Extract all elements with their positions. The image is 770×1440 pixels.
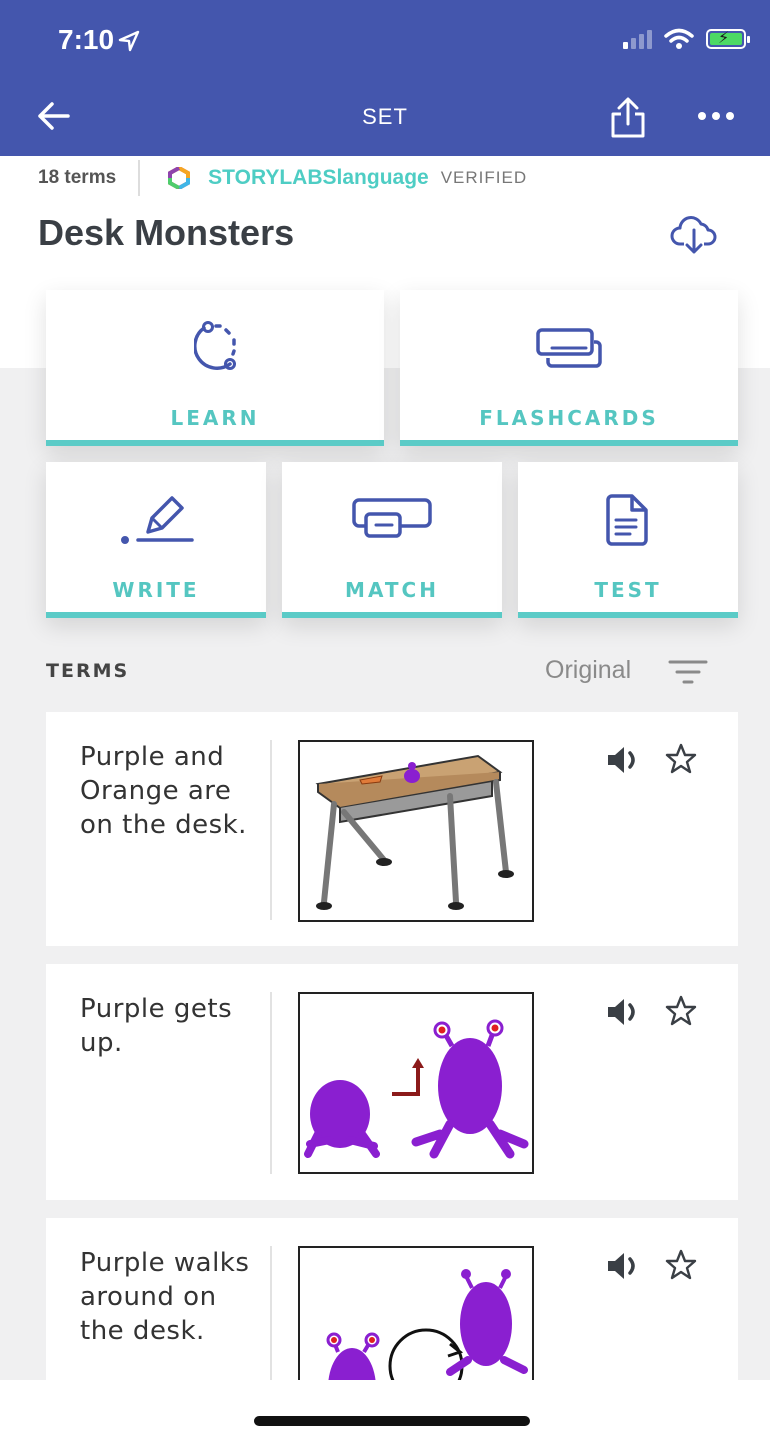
- term-image[interactable]: [298, 740, 534, 922]
- audio-speaker-icon[interactable]: [606, 1250, 642, 1282]
- card-divider: [270, 992, 272, 1174]
- home-indicator[interactable]: [254, 1416, 530, 1426]
- write-pen-icon: [121, 496, 194, 544]
- nav-title: SET: [362, 104, 408, 129]
- learn-button[interactable]: LEARN: [46, 290, 384, 446]
- flashcards-label: FLASHCARDS: [479, 406, 659, 430]
- monster-walking-illustration: [326, 1269, 528, 1380]
- audio-speaker-icon[interactable]: [606, 996, 642, 1028]
- card-divider: [270, 740, 272, 920]
- test-button[interactable]: TEST: [518, 462, 738, 618]
- more-options-icon[interactable]: [696, 104, 736, 128]
- sort-filter-icon[interactable]: [668, 658, 708, 686]
- term-image[interactable]: [298, 992, 534, 1174]
- star-icon[interactable]: [664, 1248, 698, 1282]
- bottom-safe-area: [0, 1380, 770, 1440]
- status-time: 7:10: [58, 24, 115, 55]
- creator-avatar-icon[interactable]: [168, 167, 191, 189]
- term-card: Purple walks around on the desk.: [46, 1218, 738, 1380]
- meta-divider: [138, 160, 141, 196]
- term-image[interactable]: [298, 1246, 534, 1380]
- write-label: WRITE: [112, 578, 200, 602]
- flashcards-button[interactable]: FLASHCARDS: [400, 290, 738, 446]
- term-card: Purple gets up.: [46, 964, 738, 1200]
- terms-heading: TERMS: [46, 660, 130, 682]
- term-text: Purple walks around on the desk.: [80, 1248, 250, 1346]
- match-icon: [352, 498, 432, 538]
- wifi-icon: [664, 28, 694, 49]
- term-text: Purple gets up.: [80, 994, 233, 1058]
- test-label: TEST: [594, 578, 662, 602]
- sort-order-label[interactable]: Original: [545, 656, 631, 685]
- battery-charging-icon: [706, 28, 750, 49]
- cellular-signal-icon: [623, 29, 652, 49]
- test-document-icon: [606, 494, 648, 546]
- set-title: Desk Monsters: [38, 212, 295, 253]
- status-icons: [623, 28, 750, 50]
- cloud-download-icon[interactable]: [670, 214, 718, 254]
- desk-illustration: [315, 754, 514, 910]
- star-icon[interactable]: [664, 742, 698, 776]
- term-count: 18 terms: [38, 167, 117, 188]
- top-bar: 7:10 SET: [0, 0, 770, 156]
- term-text: Purple and Orange are on the desk.: [80, 742, 247, 840]
- verified-badge: VERIFIED: [440, 168, 528, 187]
- flashcards-icon: [536, 328, 602, 368]
- write-button[interactable]: WRITE: [46, 462, 266, 618]
- term-card: Purple and Orange are on the desk.: [46, 712, 738, 946]
- location-arrow-icon: [118, 30, 140, 52]
- star-icon[interactable]: [664, 994, 698, 1028]
- learn-label: LEARN: [170, 406, 260, 430]
- match-label: MATCH: [345, 578, 439, 602]
- match-button[interactable]: MATCH: [282, 462, 502, 618]
- card-divider: [270, 1246, 272, 1380]
- monster-getting-up-illustration: [304, 1019, 529, 1159]
- share-icon[interactable]: [608, 96, 648, 140]
- audio-speaker-icon[interactable]: [606, 744, 642, 776]
- creator-name[interactable]: STORYLABSlanguage: [208, 166, 429, 190]
- set-meta: 18 terms STORYLABSlanguage VERIFIED: [38, 160, 527, 196]
- learn-loop-icon: [194, 321, 236, 370]
